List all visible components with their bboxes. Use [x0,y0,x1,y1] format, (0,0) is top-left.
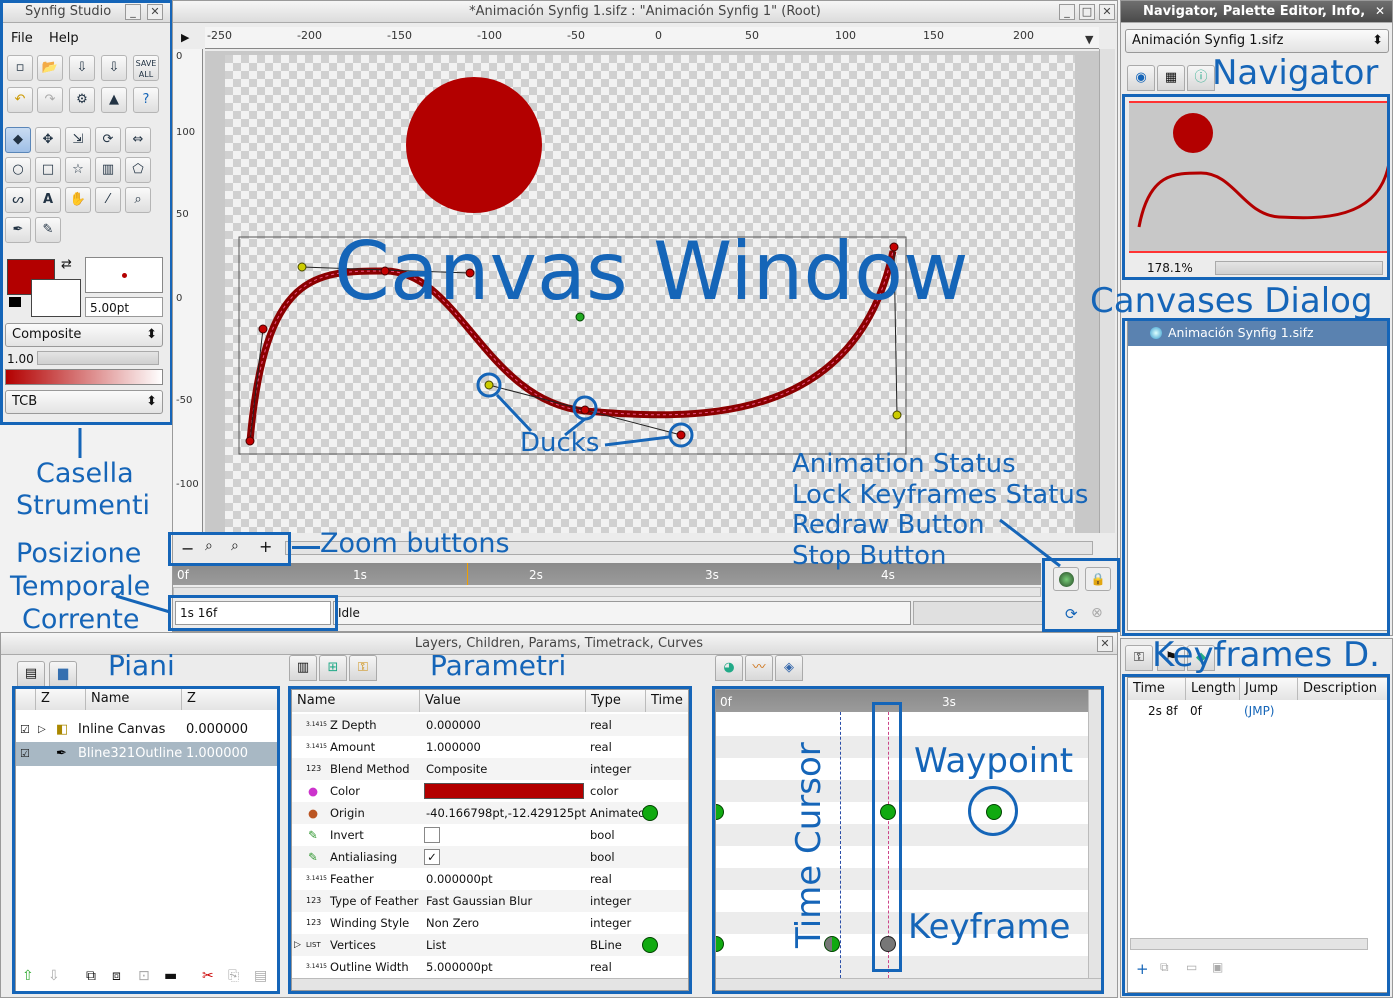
parametri-annotation: Parametri [430,649,567,682]
keyframes-highlight [1122,674,1390,996]
canvas-select-value: Animación Synfig 1.sifz [1132,33,1284,48]
canvases-annotation: Canvases Dialog [1090,281,1373,321]
tab-params[interactable]: ▥ [289,655,317,681]
tab-children[interactable]: ⊞ [319,655,347,681]
tab-curves[interactable]: 〰 [745,655,773,681]
current-time-highlight [168,595,338,631]
navigator-highlight [1122,94,1390,280]
time-annotation-line2: Temporale [10,571,151,602]
waypoint-annotation: Waypoint [914,741,1074,781]
canvases-highlight [1122,318,1390,636]
tab-palette[interactable]: ▦ [1157,65,1185,91]
close-button[interactable]: ✕ [1097,636,1113,652]
tab-info[interactable]: ⓘ [1187,65,1215,91]
keyframe-annotation: Keyframe [908,907,1071,947]
keyframe-column-highlight [872,702,902,972]
canvas-select[interactable]: Animación Synfig 1.sifz ⬍ [1125,29,1389,53]
piani-annotation: Piani [108,649,175,682]
time-cursor-annotation: Time Cursor [789,742,829,948]
toolbox-annotation-line1: Casella [36,458,134,489]
close-icon[interactable]: ✕ [1375,4,1385,18]
navigator-annotation: Navigator [1212,53,1379,93]
keyframe-key-icon[interactable]: ⚿ [1125,645,1153,671]
navigator-titlebar: Navigator, Palette Editor, Info, [1121,1,1392,23]
keyframes-annotation: Keyframes D. [1152,635,1380,675]
tab-library[interactable]: ▆ [49,661,77,687]
time-annotation-line1: Posizione [16,538,142,569]
waypoint-annotation-circle [968,786,1018,836]
tab-sound[interactable]: ◈ [775,655,803,681]
toolbox-annotation-line2: Strumenti [16,490,151,521]
time-annotation-line3: Corrente [22,604,140,635]
tab-navigator[interactable]: ◉ [1127,65,1155,91]
layers-highlight [12,686,280,994]
params-highlight [288,686,692,994]
timetrack-highlight [712,686,1104,994]
tab-keyframes[interactable]: ⚿ [349,655,377,681]
navigator-title: Navigator, Palette Editor, Info, [1143,4,1366,19]
chevron-down-icon: ⬍ [1372,33,1383,48]
tab-timetrack[interactable]: ◕ [715,655,743,681]
tab-layers[interactable]: ▤ [17,661,45,687]
